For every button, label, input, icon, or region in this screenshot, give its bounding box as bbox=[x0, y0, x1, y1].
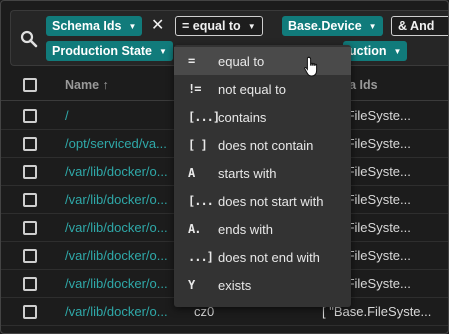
row-name-link[interactable]: / bbox=[65, 108, 177, 123]
menu-item-label: ends with bbox=[218, 221, 273, 237]
row-name-link[interactable]: /var/lib/docker/o... bbox=[65, 220, 177, 235]
menu-item-label: does not start with bbox=[218, 193, 324, 209]
operator-dropdown-menu: = equal to != not equal to [...] contains [ ] d… bbox=[174, 45, 351, 307]
menu-item-label: equal to bbox=[218, 53, 265, 69]
select-all-checkbox[interactable] bbox=[23, 78, 37, 92]
row-checkbox[interactable] bbox=[23, 137, 37, 151]
menu-item-ends-with[interactable]: A. ends with bbox=[174, 215, 351, 243]
does-not-contain-icon: [ ] bbox=[188, 138, 208, 152]
row-checkbox[interactable] bbox=[23, 249, 37, 263]
chip-label: = equal to bbox=[182, 19, 241, 33]
value-chip-base-device[interactable]: Base.Device ▼ bbox=[282, 16, 383, 36]
row-name-link[interactable]: /var/lib/docker/o... bbox=[65, 248, 177, 263]
row-checkbox[interactable] bbox=[23, 277, 37, 291]
chip-label: & And bbox=[398, 19, 435, 33]
remove-filter-close-icon[interactable]: ✕ bbox=[151, 17, 164, 35]
row-name-link[interactable]: /var/lib/docker/o... bbox=[65, 276, 177, 291]
row-checkbox[interactable] bbox=[23, 221, 37, 235]
menu-item-label: contains bbox=[218, 109, 267, 125]
chevron-down-icon: ▼ bbox=[159, 46, 167, 56]
row-checkbox[interactable] bbox=[23, 165, 37, 179]
starts-with-icon: A bbox=[188, 166, 195, 180]
column-label: Name bbox=[65, 78, 100, 92]
chevron-down-icon: ▼ bbox=[393, 46, 402, 56]
chevron-down-icon: ▼ bbox=[368, 21, 377, 31]
menu-item-does-not-contain[interactable]: [ ] does not contain bbox=[174, 131, 351, 159]
menu-item-label: not equal to bbox=[218, 81, 286, 97]
chip-label: Base.Device bbox=[288, 19, 362, 33]
menu-item-exists[interactable]: Yexists bbox=[174, 271, 351, 299]
search-icon[interactable] bbox=[20, 30, 38, 48]
filter-table-panel: Schema Ids ▼ ✕ = equal to ▼ Base.Device … bbox=[0, 0, 449, 334]
equal-icon: = bbox=[188, 54, 195, 68]
sort-ascending-icon: ↑ bbox=[102, 78, 109, 92]
does-not-start-with-icon: [... bbox=[188, 194, 214, 208]
menu-item-label: does not end with bbox=[218, 249, 320, 265]
contains-icon: [...] bbox=[188, 110, 220, 124]
does-not-end-with-icon: ...] bbox=[188, 250, 214, 264]
filter-field-chip-schema-ids[interactable]: Schema Ids ▼ bbox=[46, 16, 143, 36]
operator-chip-equal-to[interactable]: = equal to ▼ bbox=[175, 16, 263, 36]
menu-item-equal-to[interactable]: = equal to bbox=[174, 47, 351, 75]
filter-field-chip-production-state[interactable]: Production State ▼ bbox=[46, 41, 173, 61]
menu-item-label: exists bbox=[218, 277, 252, 293]
menu-item-starts-with[interactable]: Astarts with bbox=[174, 159, 351, 187]
menu-item-does-not-end-with[interactable]: ...] does not end with bbox=[174, 243, 351, 271]
menu-item-label: does not contain bbox=[218, 137, 314, 153]
row-name-link[interactable]: /var/lib/docker/o... bbox=[65, 164, 177, 179]
value-chip-production[interactable]: uction ▼ bbox=[343, 41, 408, 61]
pointer-hand-icon bbox=[304, 56, 318, 77]
row-checkbox[interactable] bbox=[23, 305, 37, 319]
chip-label: Schema Ids bbox=[52, 19, 122, 33]
menu-item-not-equal-to[interactable]: != not equal to bbox=[174, 75, 351, 103]
row-checkbox[interactable] bbox=[23, 193, 37, 207]
logic-chip-and[interactable]: & And bbox=[391, 16, 448, 36]
chip-label: Production State bbox=[52, 44, 153, 58]
chevron-down-icon: ▼ bbox=[247, 21, 256, 31]
chevron-down-icon: ▼ bbox=[128, 21, 137, 31]
row-checkbox[interactable] bbox=[23, 109, 37, 123]
row-name-link[interactable]: /var/lib/docker/o... bbox=[65, 192, 177, 207]
exists-icon: Y bbox=[188, 278, 195, 292]
menu-item-label: starts with bbox=[218, 165, 277, 181]
row-name-link[interactable]: /var/lib/docker/o... bbox=[65, 304, 177, 319]
menu-item-does-not-start-with[interactable]: [... does not start with bbox=[174, 187, 351, 215]
column-header-name[interactable]: Name ↑ bbox=[65, 78, 109, 92]
menu-item-contains[interactable]: [...] contains bbox=[174, 103, 351, 131]
chip-label: uction bbox=[349, 44, 387, 58]
ends-with-icon: A. bbox=[188, 222, 201, 236]
not-equal-icon: != bbox=[188, 82, 201, 96]
row-name-link[interactable]: /opt/serviced/va... bbox=[65, 136, 177, 151]
